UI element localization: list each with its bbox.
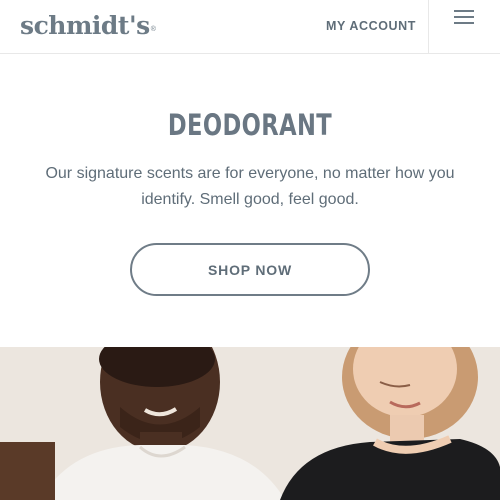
- hero-description: Our signature scents are for everyone, n…: [45, 165, 455, 208]
- registered-mark: ®: [150, 26, 156, 33]
- my-account-link[interactable]: MY ACCOUNT: [326, 19, 416, 33]
- hero-photo: [0, 347, 500, 500]
- people-photo-image: [0, 347, 500, 500]
- logo[interactable]: schmidt's®: [20, 11, 156, 41]
- site-header: schmidt's® MY ACCOUNT: [0, 0, 500, 54]
- shop-now-button[interactable]: SHOP NOW: [130, 243, 370, 296]
- hamburger-menu-icon[interactable]: [443, 0, 485, 36]
- header-divider: [428, 0, 429, 54]
- page-title: DEODORANT: [167, 108, 333, 142]
- logo-text: schmidt's: [20, 11, 150, 40]
